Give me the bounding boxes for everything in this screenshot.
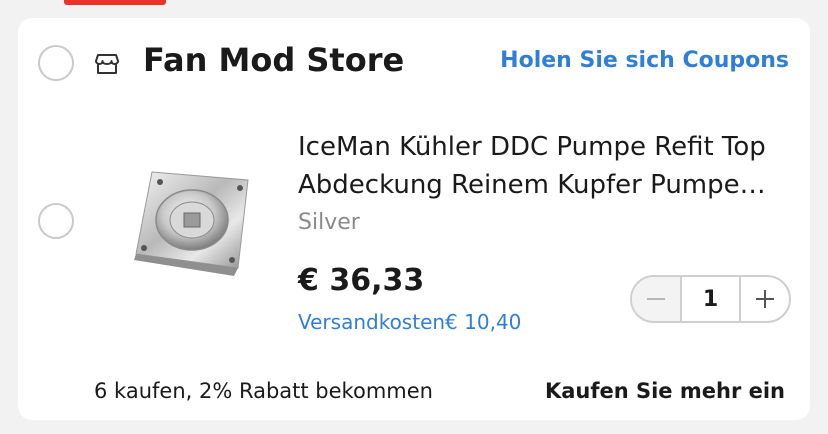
- plus-icon: [756, 290, 774, 308]
- get-coupons-link[interactable]: Holen Sie sich Coupons: [500, 48, 789, 73]
- increase-quantity-button[interactable]: [741, 277, 789, 321]
- minus-icon: [647, 298, 665, 300]
- product-price: € 36,33: [298, 263, 425, 298]
- decrease-quantity-button[interactable]: [632, 277, 680, 321]
- shipping-cost[interactable]: Versandkosten€ 10,40: [298, 310, 521, 334]
- item-select-radio[interactable]: [38, 203, 74, 239]
- bulk-discount-text: 6 kaufen, 2% Rabatt bekommen: [94, 379, 433, 403]
- product-image[interactable]: [122, 168, 258, 278]
- store-select-radio[interactable]: [38, 45, 74, 81]
- store-icon: [95, 54, 119, 74]
- quantity-stepper: 1: [630, 275, 791, 323]
- product-title[interactable]: IceMan Kühler DDC Pumpe Refit Top Abdeck…: [298, 128, 788, 204]
- store-name[interactable]: Fan Mod Store: [143, 41, 404, 79]
- buy-more-link[interactable]: Kaufen Sie mehr ein: [545, 379, 785, 403]
- active-tab-indicator: [64, 0, 166, 5]
- cart-store-card: Fan Mod Store Holen Sie sich Coupons Ice…: [18, 18, 810, 420]
- product-variant[interactable]: Silver: [298, 210, 360, 235]
- quantity-value[interactable]: 1: [680, 277, 741, 321]
